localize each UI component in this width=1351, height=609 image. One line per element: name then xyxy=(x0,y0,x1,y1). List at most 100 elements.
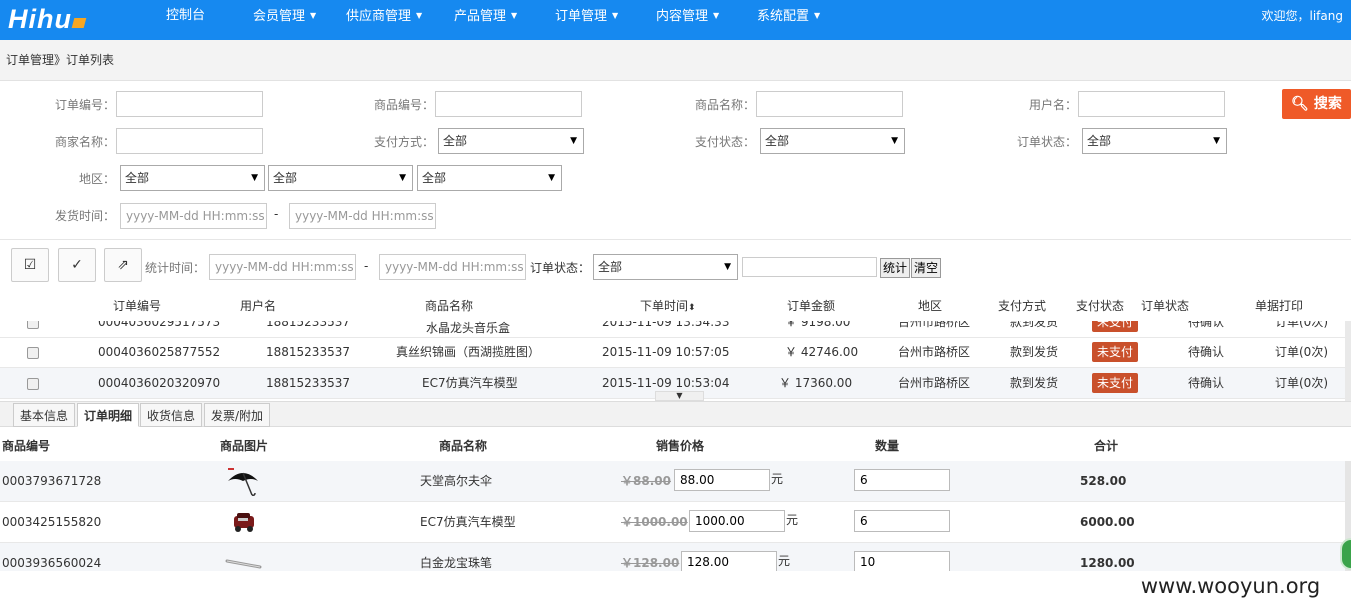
nav-products[interactable]: 产品管理 ▼ xyxy=(454,0,517,40)
order-no[interactable]: 0004036025877552 xyxy=(98,337,220,368)
nav-dashboard[interactable]: 控制台 xyxy=(166,0,205,40)
list-toolbar: ☑ ✓ ⇗ 统计时间： yyyy-MM-dd HH:mm:ss - yyyy-M… xyxy=(0,239,1351,291)
col-order-status[interactable]: 订单状态 xyxy=(1141,291,1189,321)
top-navbar: Hihu 控制台 会员管理 ▼ 供应商管理 ▼ 产品管理 ▼ 订单管理 ▼ 内容管理 ▼ … xyxy=(0,0,1351,40)
order-print-link[interactable]: 订单(0次) xyxy=(1275,337,1328,368)
tab-shipping-info[interactable]: 收货信息 xyxy=(140,403,203,427)
export-button[interactable]: ⇗ xyxy=(104,248,142,282)
chevron-down-icon: ▼ xyxy=(612,11,619,20)
item-no: 0003936560024 xyxy=(2,556,102,570)
dropdown-arrow-icon: ▼ xyxy=(891,136,898,146)
range-separator: - xyxy=(364,259,369,273)
col-item-image: 商品图片 xyxy=(220,439,269,453)
order-amount: ￥ 42746.00 xyxy=(785,345,859,359)
tab-order-detail[interactable]: 订单明细 xyxy=(77,403,140,427)
col-pay-status[interactable]: 支付状态 xyxy=(1076,291,1124,321)
nav-orders[interactable]: 订单管理 ▼ xyxy=(555,0,618,40)
search-button[interactable]: 🔍︎ 搜索 xyxy=(1282,89,1351,119)
orders-table-body: 0004036029517573 18815233537 水晶龙头音乐盒 201… xyxy=(0,321,1345,401)
item-name: 白金龙宝珠笔 xyxy=(420,556,493,570)
col-item-no: 商品编号 xyxy=(2,439,51,453)
currency-unit: 元 xyxy=(778,554,791,568)
table-row: 0003793671728 天堂高尔夫伞 ￥88.00 88.00 元 6 52… xyxy=(0,461,1345,502)
item-qty-input[interactable]: 6 xyxy=(854,469,950,491)
batch-check-button[interactable]: ✓ xyxy=(58,248,96,282)
order-print-link[interactable]: 订单(0次) xyxy=(1275,368,1328,399)
item-price-input[interactable]: 128.00 xyxy=(681,551,777,571)
col-region[interactable]: 地区 xyxy=(918,291,942,321)
chevron-down-icon: ▼ xyxy=(713,11,720,20)
floating-helper-icon[interactable] xyxy=(1340,538,1351,570)
product-name-input[interactable] xyxy=(756,91,903,117)
pen-image xyxy=(225,559,262,569)
item-price-input[interactable]: 1000.00 xyxy=(689,510,785,532)
chevron-down-icon: ▼ xyxy=(310,11,317,20)
tab-basic-info[interactable]: 基本信息 xyxy=(13,403,76,427)
col-item-price: 销售价格 xyxy=(656,439,705,453)
table-row[interactable]: 0004036025877552 18815233537 真丝织锦画（西湖揽胜图… xyxy=(0,337,1345,368)
stat-order-status-select[interactable]: 全部 ▼ xyxy=(593,254,738,280)
chevron-down-icon: ▼ xyxy=(416,11,423,20)
order-no[interactable]: 0004036029517573 xyxy=(98,321,220,338)
region-district-select[interactable]: 全部 ▼ xyxy=(417,165,562,191)
ship-time-start-input[interactable]: yyyy-MM-dd HH:mm:ss xyxy=(120,203,267,229)
col-order-no[interactable]: 订单编号 xyxy=(113,291,161,321)
col-order-time[interactable]: 下单时间⬍ xyxy=(640,291,696,323)
row-checkbox[interactable] xyxy=(27,321,39,329)
merchant-input[interactable] xyxy=(116,128,263,154)
nav-content[interactable]: 内容管理 ▼ xyxy=(656,0,719,40)
product-no-label: 商品编号： xyxy=(374,98,435,112)
stat-time-end-input[interactable]: yyyy-MM-dd HH:mm:ss xyxy=(379,254,526,280)
item-price-input[interactable]: 88.00 xyxy=(674,469,770,491)
region-city-select[interactable]: 全部 ▼ xyxy=(268,165,413,191)
export-icon: ⇗ xyxy=(117,257,129,273)
stat-order-status-label: 订单状态： xyxy=(530,261,591,275)
watermark-text: www.wooyun.org xyxy=(1110,571,1351,609)
search-icon: 🔍︎ xyxy=(1291,96,1309,112)
pay-method-select[interactable]: 全部 ▼ xyxy=(438,128,584,154)
col-print[interactable]: 单据打印 xyxy=(1255,291,1303,321)
stat-time-label: 统计时间： xyxy=(145,261,206,275)
table-row[interactable]: 0004036029517573 18815233537 水晶龙头音乐盒 201… xyxy=(0,321,1345,338)
col-amount[interactable]: 订单金额 xyxy=(787,291,835,321)
order-no[interactable]: 0004036020320970 xyxy=(98,368,220,399)
order-print-link[interactable]: 订单(0次) xyxy=(1275,321,1328,338)
panel-splitter[interactable]: ▼ xyxy=(655,391,704,401)
order-no-input[interactable] xyxy=(116,91,263,117)
stat-button[interactable]: 统计 xyxy=(880,258,911,278)
stat-keyword-input[interactable] xyxy=(742,257,877,277)
pay-status-select[interactable]: 全部 ▼ xyxy=(760,128,905,154)
stat-time-start-input[interactable]: yyyy-MM-dd HH:mm:ss xyxy=(209,254,356,280)
nav-members[interactable]: 会员管理 ▼ xyxy=(253,0,316,40)
col-product-name[interactable]: 商品名称 xyxy=(425,291,473,321)
product-no-input[interactable] xyxy=(435,91,582,117)
region-label: 地区： xyxy=(79,172,116,186)
breadcrumb: 订单管理》订单列表 xyxy=(0,40,1351,81)
item-total: 528.00 xyxy=(1080,474,1127,488)
order-status-select[interactable]: 全部 ▼ xyxy=(1082,128,1227,154)
tab-invoice[interactable]: 发票/附加 xyxy=(204,403,271,427)
row-checkbox[interactable] xyxy=(27,347,39,359)
row-checkbox[interactable] xyxy=(27,378,39,390)
order-pay-method: 款到发货 xyxy=(1010,376,1059,390)
item-qty-input[interactable]: 6 xyxy=(854,510,950,532)
orders-scrollbar[interactable] xyxy=(1345,321,1351,401)
order-status: 待确认 xyxy=(1188,376,1225,390)
select-all-button[interactable]: ☑ xyxy=(11,248,49,282)
region-province-select[interactable]: 全部 ▼ xyxy=(120,165,265,191)
username-input[interactable] xyxy=(1078,91,1225,117)
col-pay-method[interactable]: 支付方式 xyxy=(998,291,1046,321)
pay-method-label: 支付方式： xyxy=(374,135,435,149)
status-badge: 未支付 xyxy=(1092,321,1139,332)
nav-suppliers[interactable]: 供应商管理 ▼ xyxy=(346,0,422,40)
welcome-user[interactable]: 欢迎您，lifang xyxy=(1262,0,1343,32)
nav-system[interactable]: 系统配置 ▼ xyxy=(757,0,820,40)
ship-time-end-input[interactable]: yyyy-MM-dd HH:mm:ss xyxy=(289,203,436,229)
item-qty-input[interactable]: 10 xyxy=(854,551,950,571)
col-username[interactable]: 用户名 xyxy=(240,291,276,321)
status-badge: 未支付 xyxy=(1092,342,1139,362)
chevron-down-icon: ▼ xyxy=(511,11,518,20)
order-time: 2015-11-09 13:54:33 xyxy=(602,321,730,329)
clear-button[interactable]: 清空 xyxy=(911,258,942,278)
brand-logo[interactable]: Hihu xyxy=(8,4,87,35)
